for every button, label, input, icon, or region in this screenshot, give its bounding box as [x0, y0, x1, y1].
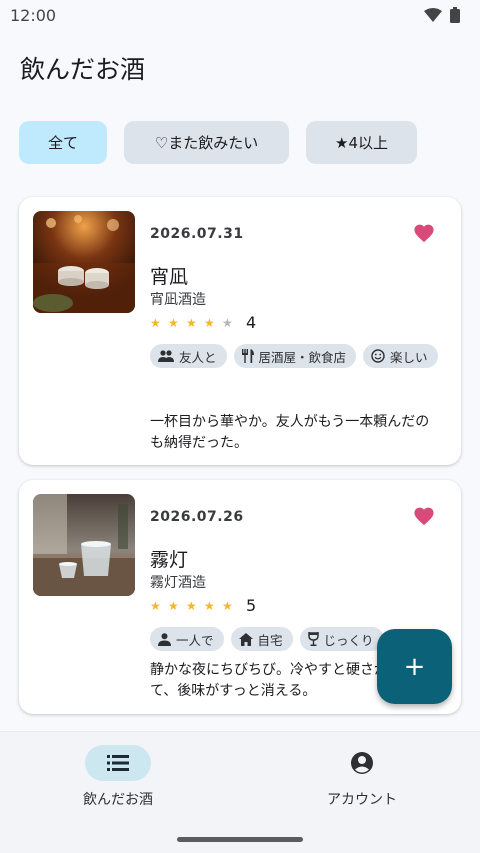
nav-item-account[interactable]: アカウント	[282, 745, 442, 809]
favorite-heart-icon[interactable]	[413, 223, 435, 243]
nav-label: アカウント	[327, 792, 397, 808]
star-icon: ★	[204, 598, 215, 613]
nav-label: 飲んだお酒	[83, 792, 153, 808]
star-icon: ★	[150, 315, 161, 330]
person-icon	[158, 632, 171, 646]
gesture-handle	[177, 837, 303, 842]
entry-comment: 一杯目から華やか。友人がもう一本頼んだのも納得だった。	[150, 414, 430, 451]
list-icon	[107, 755, 129, 771]
brewery-name: 宵凪酒造	[150, 292, 206, 308]
nav-item-drinks[interactable]: 飲んだお酒	[38, 745, 198, 809]
tag-label: 友人と	[179, 349, 217, 365]
entry-date: 2026.07.26	[150, 509, 244, 525]
tag-chip: 友人と	[150, 344, 227, 368]
filter-chips: 全て ♡また飲みたい ★4以上	[19, 121, 417, 164]
tag-list: 友人と 居酒屋・飲食店 楽しい	[150, 344, 450, 368]
filter-chip-want-again[interactable]: ♡また飲みたい	[124, 121, 289, 164]
sake-entry-card[interactable]: 2026.07.31 宵凪 宵凪酒造 ★ ★ ★ ★ ★ 4 友人と 居酒屋・飲…	[19, 197, 461, 465]
rating: ★ ★ ★ ★ ★ 4	[150, 313, 256, 332]
people-icon	[158, 350, 174, 362]
star-icon: ★	[204, 315, 215, 330]
star-icon: ★	[186, 315, 197, 330]
sake-name: 宵凪	[150, 266, 189, 288]
tag-chip: じっくり	[299, 627, 384, 651]
rating: ★ ★ ★ ★ ★ 5	[150, 596, 256, 615]
tag-label: 自宅	[257, 632, 283, 648]
star-icon: ★	[150, 598, 161, 613]
account-icon	[351, 752, 373, 774]
battery-icon	[450, 7, 460, 23]
rating-value: 5	[246, 596, 257, 615]
sake-photo	[33, 211, 135, 313]
tag-chip: 居酒屋・飲食店	[233, 344, 357, 368]
tag-chip: 楽しい	[363, 344, 438, 368]
star-empty-icon: ★	[222, 315, 233, 330]
star-icon: ★	[222, 598, 233, 613]
sake-photo	[33, 494, 135, 596]
nav-indicator	[329, 745, 395, 781]
bottom-navigation: 飲んだお酒 アカウント	[0, 731, 480, 853]
smile-icon	[371, 349, 385, 363]
rating-value: 4	[246, 313, 257, 332]
tag-label: じっくり	[323, 632, 374, 648]
wifi-icon	[424, 8, 442, 22]
filter-chip-4-stars[interactable]: ★4以上	[306, 121, 417, 164]
status-time: 12:00	[10, 5, 57, 25]
tag-chip: 一人で	[150, 627, 224, 651]
star-icon: ★	[168, 598, 179, 613]
star-icon: ★	[186, 598, 197, 613]
entry-date: 2026.07.31	[150, 226, 244, 242]
tag-label: 楽しい	[390, 349, 428, 365]
page-title: 飲んだお酒	[20, 55, 146, 84]
filter-chip-all[interactable]: 全て	[19, 121, 107, 164]
tag-label: 居酒屋・飲食店	[258, 349, 347, 365]
star-icon: ★	[168, 315, 179, 330]
home-icon	[238, 632, 253, 646]
favorite-heart-icon[interactable]	[413, 506, 435, 526]
tag-chip: 自宅	[230, 627, 293, 651]
sake-name: 霧灯	[150, 549, 189, 571]
brewery-name: 霧灯酒造	[150, 575, 206, 591]
add-entry-button[interactable]: +	[377, 629, 452, 704]
nav-indicator	[85, 745, 151, 781]
restaurant-icon	[241, 349, 254, 363]
plus-icon: +	[403, 651, 426, 682]
status-bar: 12:00	[0, 0, 480, 30]
tag-label: 一人で	[176, 632, 214, 648]
wine-glass-icon	[307, 632, 319, 646]
